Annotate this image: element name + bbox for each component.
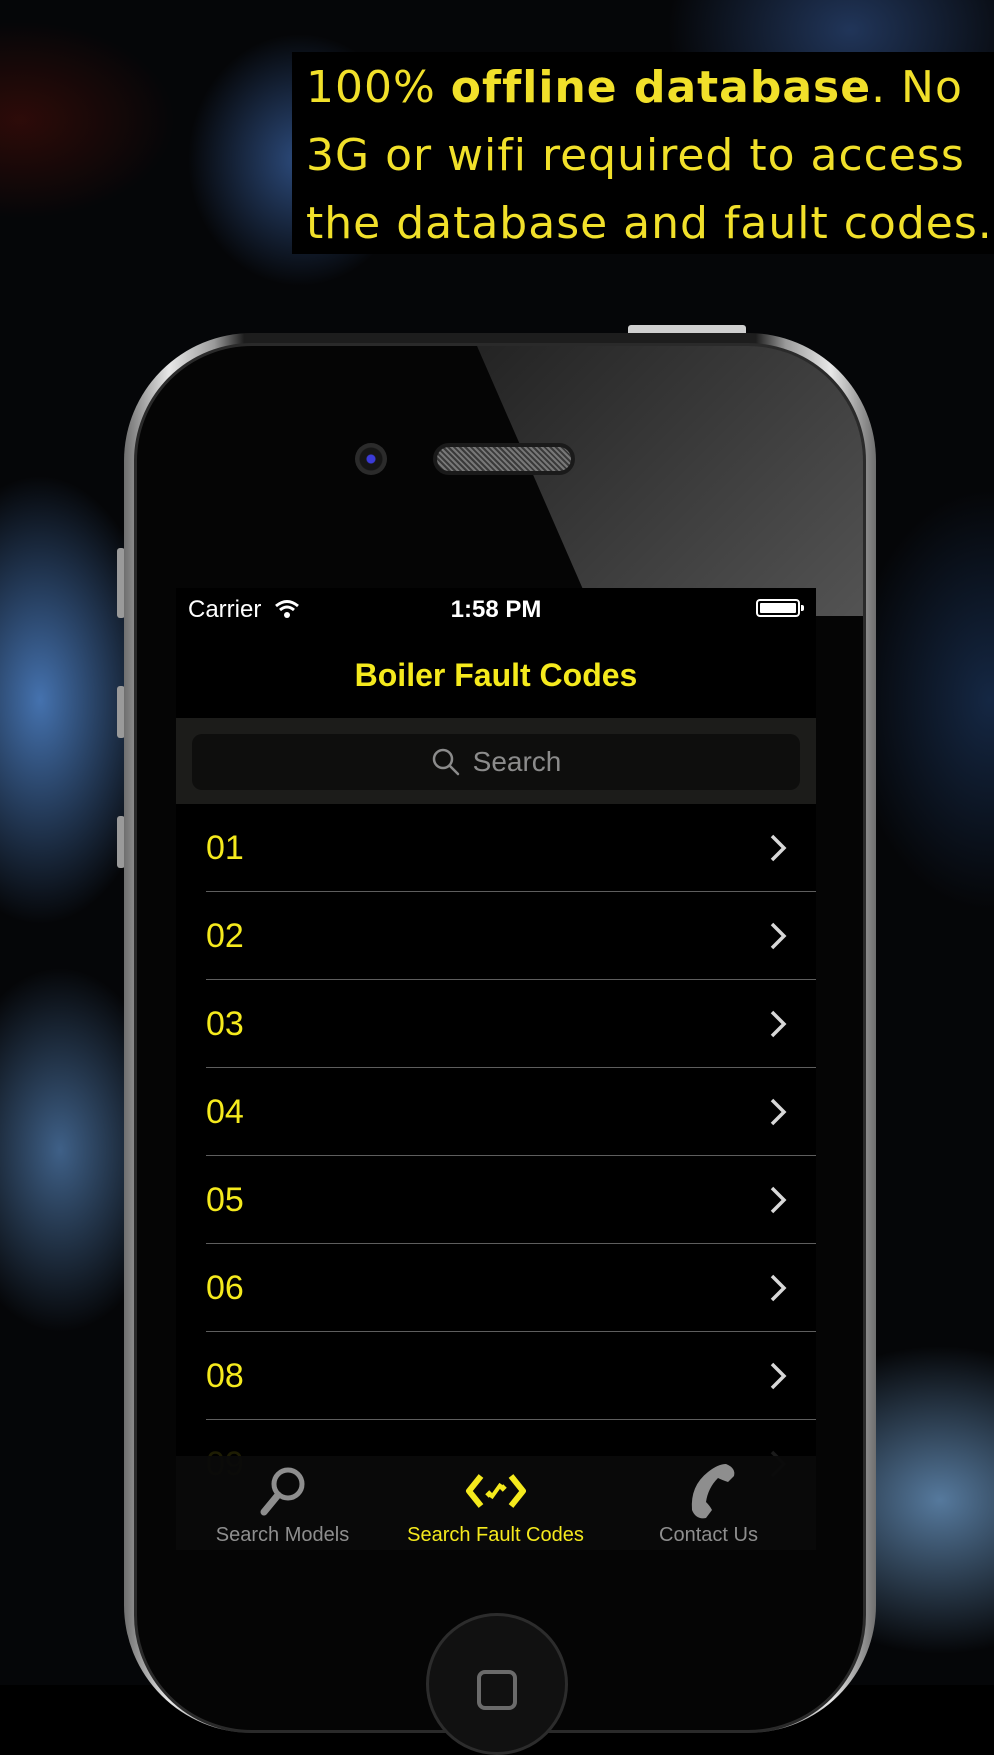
battery-icon [756, 599, 804, 617]
tab-label: Search Models [215, 1524, 350, 1546]
chevron-right-icon [770, 1098, 787, 1126]
chevron-right-icon [770, 1274, 787, 1302]
earpiece-speaker [433, 443, 575, 475]
chevron-right-icon [770, 922, 787, 950]
chevron-right-icon [770, 1010, 787, 1038]
list-item[interactable]: 06 [176, 1244, 816, 1332]
tab-bar: Search Models Search Fault Codes Contact… [176, 1456, 816, 1550]
app-screen: Carrier 1:58 PM Boiler Fault Codes Searc… [176, 588, 816, 1550]
list-item[interactable]: 04 [176, 1068, 816, 1156]
home-square-icon [477, 1670, 517, 1710]
search-icon [432, 748, 459, 775]
list-item[interactable]: 01 [176, 804, 816, 892]
front-camera [355, 443, 387, 475]
nav-title: Boiler Fault Codes [354, 657, 638, 693]
fault-code-list: 01 02 03 04 05 06 08 [176, 804, 816, 1508]
status-bar: Carrier 1:58 PM [176, 588, 816, 632]
status-time: 1:58 PM [450, 596, 542, 623]
promo-line-1: 100% offline database. No [306, 62, 963, 113]
search-bar: Search [176, 718, 816, 804]
search-input[interactable]: Search [192, 734, 800, 790]
tab-search-models[interactable]: Search Models [176, 1456, 389, 1550]
fault-code-label: 02 [206, 917, 244, 955]
list-item[interactable]: 03 [176, 980, 816, 1068]
fault-code-label: 01 [206, 829, 244, 867]
promo-line-2: 3G or wifi required to access [306, 130, 965, 181]
search-placeholder: Search [472, 746, 562, 777]
tab-label: Contact Us [659, 1524, 758, 1546]
magnifier-icon [260, 1467, 305, 1516]
glass-glare [477, 346, 863, 616]
battery-level [760, 603, 796, 613]
chevron-right-icon [770, 834, 787, 862]
fault-code-label: 05 [206, 1181, 244, 1219]
list-item[interactable]: 02 [176, 892, 816, 980]
fault-code-label: 08 [206, 1357, 244, 1395]
list-item[interactable]: 05 [176, 1156, 816, 1244]
chevron-right-icon [770, 1362, 787, 1390]
home-button [426, 1613, 568, 1755]
chevron-right-icon [770, 1186, 787, 1214]
tab-contact-us[interactable]: Contact Us [602, 1456, 815, 1550]
list-item[interactable]: 08 [176, 1332, 816, 1420]
power-button [628, 325, 746, 333]
tab-label: Search Fault Codes [407, 1524, 584, 1546]
code-brackets-icon [466, 1474, 526, 1508]
tab-search-fault-codes[interactable]: Search Fault Codes [389, 1456, 602, 1550]
fault-code-label: 04 [206, 1093, 244, 1131]
promo-line-3: the database and fault codes. [306, 198, 993, 249]
promo-headline: 100% offline database. No 3G or wifi req… [292, 52, 994, 254]
phone-handset-icon [691, 1464, 735, 1519]
fault-code-label: 06 [206, 1269, 244, 1307]
fault-code-label: 03 [206, 1005, 244, 1043]
